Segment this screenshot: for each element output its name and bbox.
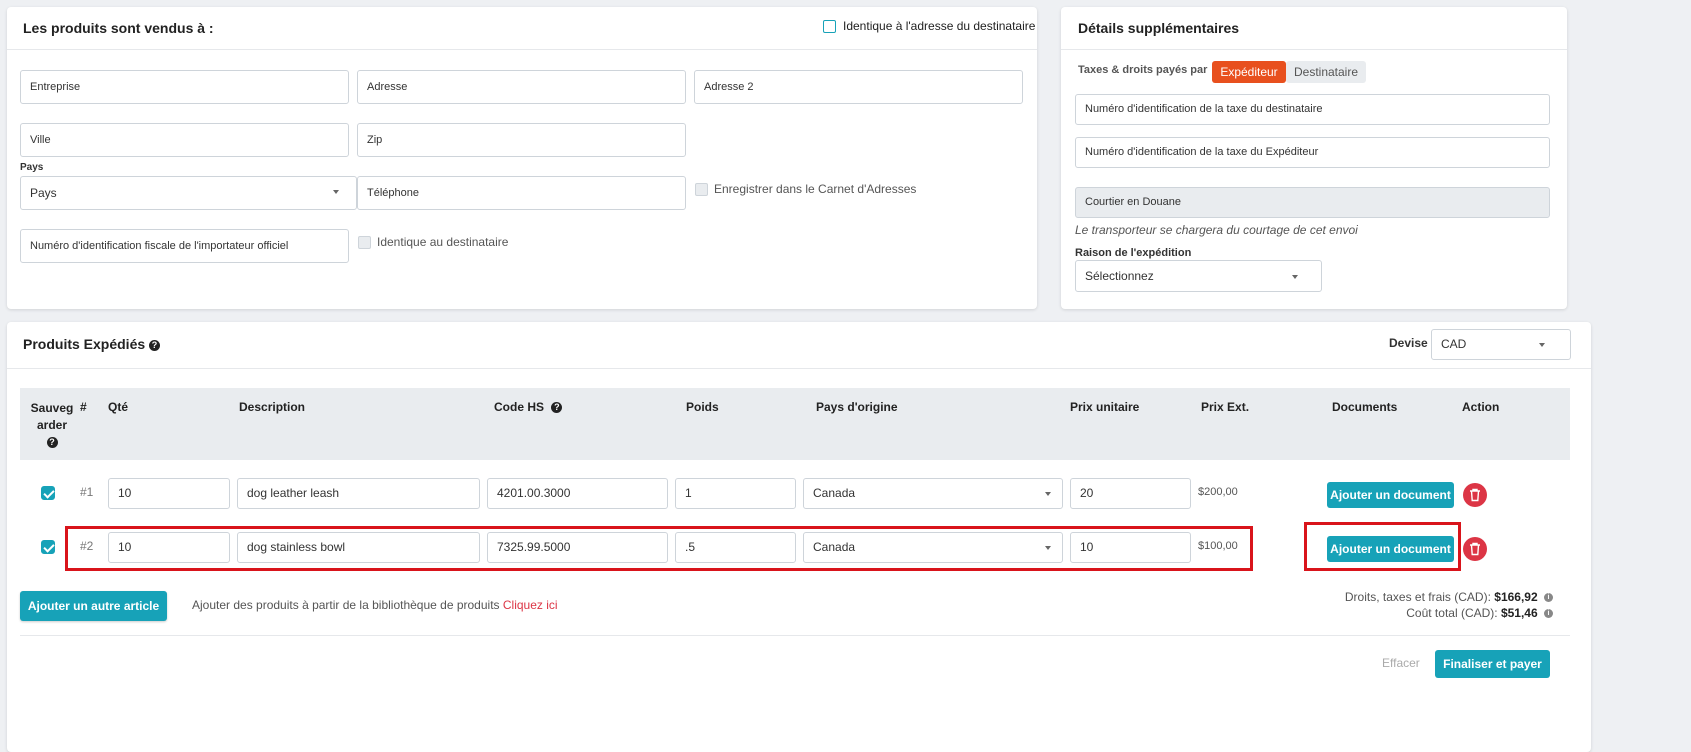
header-origin: Pays d'origine (816, 400, 898, 414)
country-select[interactable]: Pays (20, 176, 357, 210)
same-as-recipient2-label: Identique au destinataire (377, 235, 509, 249)
help-icon[interactable]: ? (46, 437, 58, 449)
save-row-checkbox[interactable] (41, 540, 55, 554)
shipment-reason-select[interactable]: Sélectionnez (1075, 260, 1322, 292)
library-link[interactable]: Cliquez ici (503, 598, 558, 612)
products-divider (7, 368, 1591, 369)
header-ext-price: Prix Ext. (1201, 400, 1250, 414)
sender-toggle[interactable]: Expéditeur (1212, 61, 1286, 83)
chevron-down-icon (1045, 492, 1051, 496)
save-address-book-label: Enregistrer dans le Carnet d'Adresses (714, 182, 917, 196)
chevron-down-icon (333, 190, 339, 194)
chevron-down-icon (1292, 275, 1298, 279)
same-as-recipient-label: Identique à l'adresse du destinataire (843, 19, 1036, 33)
row-number: #1 (80, 485, 94, 499)
seller-panel: Les produits sont vendus à : Identique à… (7, 7, 1037, 309)
table-header (20, 388, 1570, 460)
trash-icon (1470, 542, 1480, 556)
products-title-text: Produits Expédiés (23, 336, 146, 352)
origin-select[interactable]: Canada (803, 478, 1063, 509)
company-input[interactable]: Entreprise (20, 70, 349, 104)
currency-label: Devise (1389, 336, 1428, 350)
carrier-note: Le transporteur se chargera du courtage … (1075, 223, 1358, 237)
header-hs-code: Code HS ? (494, 400, 563, 414)
header-hs-code-text: Code HS (494, 400, 545, 414)
recipient-tax-id-input[interactable]: Numéro d'identification de la taxe du de… (1075, 94, 1550, 125)
header-documents: Documents (1332, 400, 1398, 414)
unit-price-input[interactable]: 20 (1070, 478, 1191, 509)
same-as-recipient2-checkbox[interactable] (358, 236, 371, 249)
products-panel-title: Produits Expédiés ? (23, 336, 161, 352)
footer-divider (20, 635, 1570, 636)
address-input[interactable]: Adresse (357, 70, 686, 104)
description-input[interactable]: dog leather leash (237, 478, 480, 509)
delete-row-button[interactable] (1463, 483, 1487, 507)
total-label: Coût total (CAD): (1406, 606, 1498, 620)
details-divider (1061, 49, 1567, 50)
header-description: Description (239, 400, 306, 414)
country-label: Pays (20, 162, 44, 173)
currency-select[interactable]: CAD (1431, 329, 1571, 360)
taxes-paid-by-label: Taxes & droits payés par (1078, 64, 1208, 76)
shipment-reason-label: Raison de l'expédition (1075, 247, 1192, 259)
duties-value: $166,92 (1494, 590, 1538, 604)
help-icon[interactable]: ? (149, 339, 161, 351)
header-qty: Qté (108, 400, 129, 414)
header-unit-price: Prix unitaire (1070, 400, 1140, 414)
clear-button[interactable]: Effacer (1382, 656, 1420, 670)
add-item-button[interactable]: Ajouter un autre article (20, 591, 167, 621)
row-highlight-box (65, 526, 1253, 571)
address2-input[interactable]: Adresse 2 (694, 70, 1023, 104)
total-value: $51,46 (1500, 606, 1538, 620)
ext-price: $200,00 (1198, 486, 1238, 498)
header-save: Sauvegarder ? (30, 400, 74, 451)
hs-code-input[interactable]: 4201.00.3000 (487, 478, 668, 509)
header-num: # (80, 400, 87, 414)
weight-input[interactable]: 1 (675, 478, 796, 509)
duties-row: Droits, taxes et frais (CAD): $166,92 i (1345, 590, 1553, 604)
finalize-button[interactable]: Finaliser et payer (1435, 650, 1550, 678)
recipient-toggle[interactable]: Destinataire (1286, 61, 1366, 83)
same-as-recipient-checkbox[interactable] (823, 20, 836, 33)
library-text: Ajouter des produits à partir de la bibl… (192, 598, 558, 612)
products-panel: Produits Expédiés ? Devise CAD Sauvegard… (7, 322, 1591, 752)
header-action: Action (1462, 400, 1500, 414)
details-panel: Détails supplémentaires Taxes & droits p… (1061, 7, 1567, 309)
info-icon[interactable]: i (1544, 609, 1553, 619)
sender-tax-id-input[interactable]: Numéro d'identification de la taxe du Ex… (1075, 137, 1550, 168)
qty-input[interactable]: 10 (108, 478, 230, 509)
document-highlight-box (1304, 522, 1461, 571)
total-row: Coût total (CAD): $51,46 i (1406, 606, 1553, 620)
trash-icon (1470, 488, 1480, 502)
customs-broker-input[interactable]: Courtier en Douane (1075, 187, 1550, 218)
chevron-down-icon (1539, 343, 1545, 347)
phone-input[interactable]: Téléphone (357, 176, 686, 210)
details-panel-title: Détails supplémentaires (1078, 20, 1240, 36)
city-input[interactable]: Ville (20, 123, 349, 157)
delete-row-button[interactable] (1463, 537, 1487, 561)
info-icon[interactable]: i (1544, 593, 1553, 603)
library-text-label: Ajouter des produits à partir de la bibl… (192, 598, 500, 612)
importer-tax-id-input[interactable]: Numéro d'identification fiscale de l'imp… (20, 229, 349, 263)
zip-input[interactable]: Zip (357, 123, 686, 157)
header-save-text: Sauvegarder (30, 401, 74, 432)
header-weight: Poids (686, 400, 719, 414)
add-document-button[interactable]: Ajouter un document (1327, 482, 1454, 508)
save-row-checkbox[interactable] (41, 486, 55, 500)
save-address-book-checkbox[interactable] (695, 183, 708, 196)
seller-divider (7, 49, 1037, 50)
duties-label: Droits, taxes et frais (CAD): (1344, 590, 1491, 604)
seller-panel-title: Les produits sont vendus à : (23, 20, 214, 36)
help-icon[interactable]: ? (551, 402, 563, 414)
